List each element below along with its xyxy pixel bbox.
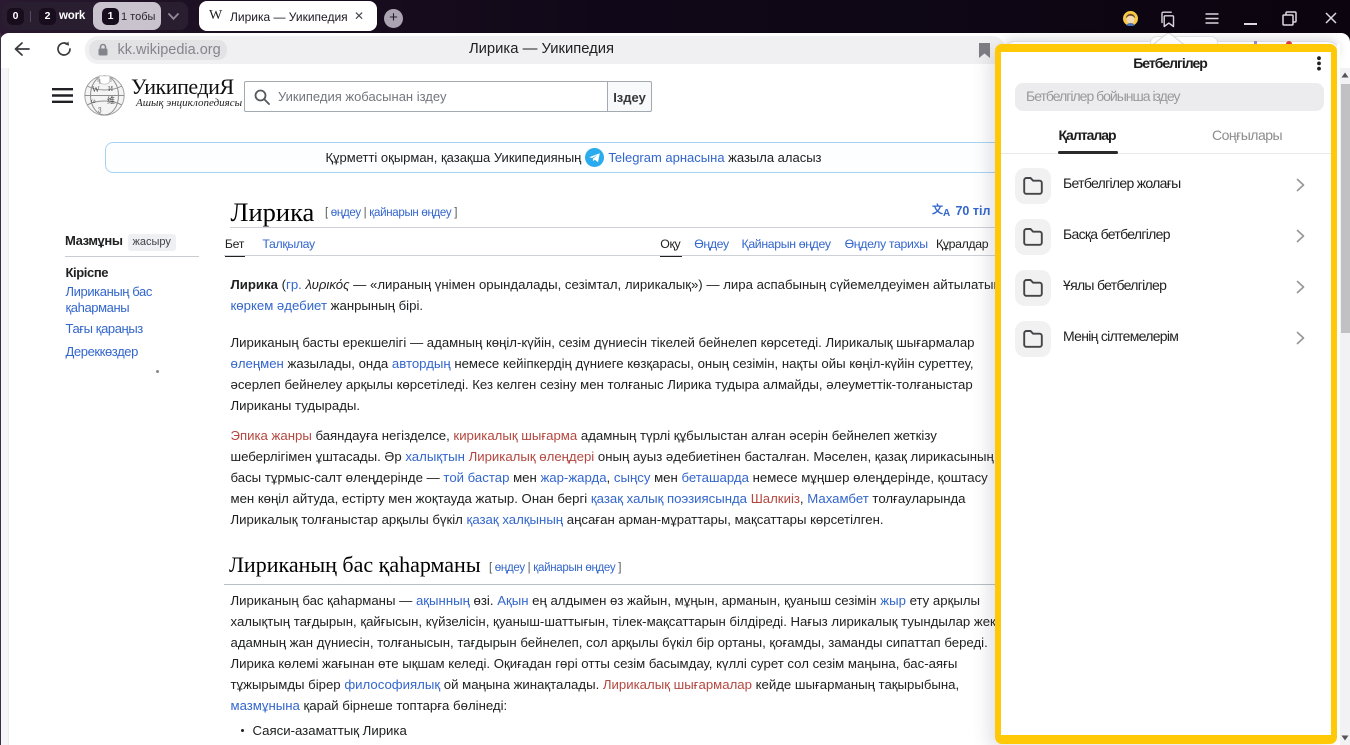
svg-text:ვ: ვ [98,105,102,113]
svg-text:A: A [943,208,950,217]
svg-text:W: W [92,85,100,94]
svg-text:维: 维 [107,95,115,105]
svg-text:И: И [108,85,113,93]
svg-text:ω: ω [91,97,96,105]
svg-text:ا: ا [99,78,101,86]
